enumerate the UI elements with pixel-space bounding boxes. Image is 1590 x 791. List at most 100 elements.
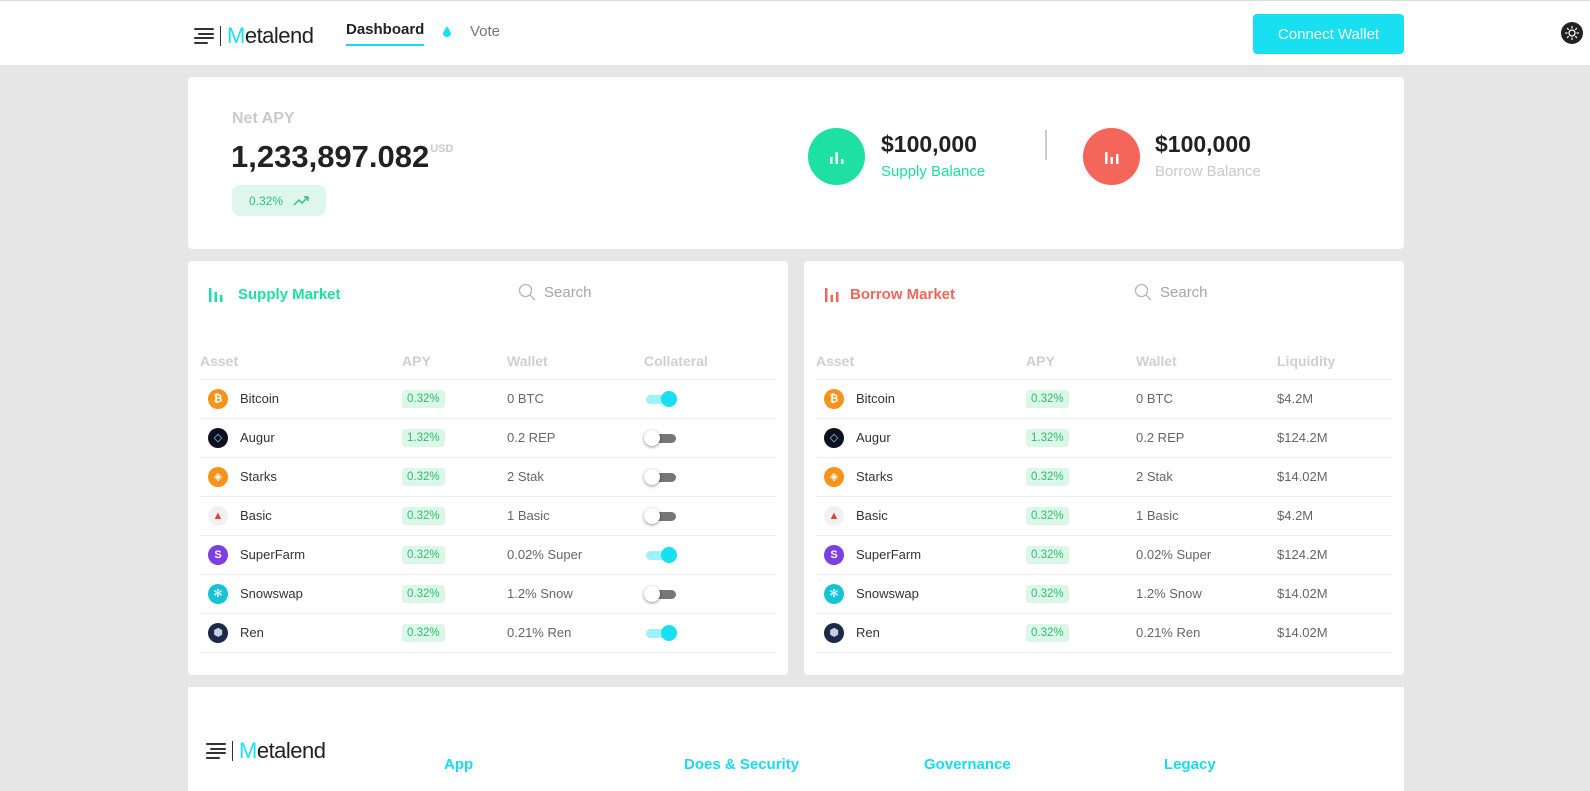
bitcoin-icon: ₿ — [208, 388, 228, 409]
collateral-toggle[interactable] — [644, 429, 676, 446]
asset-cell: ₿ Bitcoin — [200, 388, 402, 409]
logo-mark-icon — [206, 743, 226, 759]
asset-cell: ▲ Basic — [816, 505, 1026, 526]
starks-icon: ◈ — [208, 466, 228, 487]
supply-market-title: Supply Market — [238, 286, 341, 303]
table-row[interactable]: ◈ Starks 0.32% 2 Stak — [200, 457, 776, 497]
net-apy-unit: USD — [430, 143, 454, 155]
table-row[interactable]: ◈ Starks 0.32% 2 Stak $14.02M — [816, 457, 1392, 497]
supply-balance-label: Supply Balance — [881, 163, 986, 180]
apy-badge: 0.32% — [402, 506, 445, 525]
borrow-search — [1134, 283, 1360, 301]
apy-badge: 0.32% — [402, 545, 445, 564]
borrow-balance-label: Borrow Balance — [1155, 163, 1261, 180]
logo-text: etalend — [256, 738, 326, 763]
apy-badge: 1.32% — [402, 428, 445, 447]
asset-cell: ₿ Bitcoin — [816, 388, 1026, 409]
asset-cell: ✻ Snowswap — [200, 583, 402, 604]
wallet-value: 0.02% Super — [1136, 535, 1277, 575]
footer-link-governance[interactable]: Governance — [924, 756, 1011, 773]
table-row[interactable]: ₿ Bitcoin 0.32% 0 BTC $4.2M — [816, 379, 1392, 419]
table-row[interactable]: ▲ Basic 0.32% 1 Basic — [200, 496, 776, 536]
footer-link-legacy[interactable]: Legacy — [1164, 756, 1216, 773]
nav-dashboard[interactable]: Dashboard — [346, 21, 425, 46]
column-header-asset: Asset — [200, 343, 402, 380]
net-apy-value: 1,233,897.082 USD — [231, 139, 453, 175]
collateral-toggle[interactable] — [644, 546, 677, 563]
asset-cell: ✻ Snowswap — [816, 583, 1026, 604]
borrow-search-input[interactable] — [1160, 283, 1360, 301]
collateral-toggle[interactable] — [644, 624, 677, 641]
droplet-icon — [443, 26, 451, 37]
table-row[interactable]: ⬢ Ren 0.32% 0.21% Ren — [200, 613, 776, 653]
wallet-value: 1.2% Snow — [507, 574, 644, 614]
snowswap-icon: ✻ — [208, 583, 228, 604]
table-row[interactable]: ⬢ Ren 0.32% 0.21% Ren $14.02M — [816, 613, 1392, 653]
asset-name: Basic — [856, 508, 888, 523]
footer-link-app[interactable]: App — [444, 756, 473, 773]
asset-cell: ◈ Starks — [200, 466, 402, 487]
liquidity-value: $4.2M — [1277, 496, 1392, 536]
borrow-market-table: Asset APY Wallet Liquidity ₿ Bitcoin 0.32% 0 B… — [816, 343, 1392, 653]
connect-wallet-button[interactable]: Connect Wallet — [1253, 14, 1404, 54]
asset-name: Snowswap — [240, 586, 303, 601]
table-row[interactable]: S SuperFarm 0.32% 0.02% Super $124.2M — [816, 535, 1392, 575]
trending-up-icon — [293, 195, 309, 205]
footer-logo[interactable]: Metalend — [206, 738, 326, 764]
asset-name: SuperFarm — [240, 547, 306, 562]
column-header-apy: APY — [402, 343, 507, 380]
apy-badge: 0.32% — [402, 584, 445, 603]
table-row[interactable]: ▲ Basic 0.32% 1 Basic $4.2M — [816, 496, 1392, 536]
superfarm-icon: S — [824, 544, 844, 565]
asset-cell: ◇ Augur — [816, 427, 1026, 448]
borrow-balance-icon — [1083, 128, 1140, 185]
supply-market-table: Asset APY Wallet Collateral ₿ Bitcoin 0.32% 0 … — [200, 343, 776, 653]
borrow-market-icon — [825, 288, 839, 302]
liquidity-value: $124.2M — [1277, 418, 1392, 458]
asset-name: Bitcoin — [240, 391, 280, 406]
table-row[interactable]: S SuperFarm 0.32% 0.02% Super — [200, 535, 776, 575]
balance-divider — [1045, 130, 1047, 160]
asset-cell: S SuperFarm — [200, 544, 402, 565]
net-apy-label: Net APY — [232, 110, 295, 127]
logo-mark-icon — [194, 28, 214, 44]
supply-market-icon — [209, 288, 223, 302]
column-header-asset: Asset — [816, 343, 1026, 380]
superfarm-icon: S — [208, 544, 228, 565]
table-row[interactable]: ◇ Augur 1.32% 0.2 REP — [200, 418, 776, 458]
bitcoin-icon: ₿ — [824, 388, 844, 409]
supply-search — [518, 283, 744, 301]
wallet-value: 1 Basic — [507, 496, 644, 536]
supply-balance-amount: $100,000 — [881, 131, 977, 157]
table-row[interactable]: ✻ Snowswap 0.32% 1.2% Snow — [200, 574, 776, 614]
wallet-value: 0.2 REP — [1136, 418, 1277, 458]
sun-icon[interactable] — [1561, 22, 1583, 44]
table-row[interactable]: ₿ Bitcoin 0.32% 0 BTC — [200, 379, 776, 419]
column-header-collateral: Collateral — [644, 343, 776, 380]
footer: Metalend App Does & Security Governance … — [188, 687, 1404, 791]
apy-badge: 0.32% — [1026, 623, 1069, 642]
search-icon — [1134, 283, 1152, 301]
supply-search-input[interactable] — [544, 283, 744, 301]
nav-vote[interactable]: Vote — [470, 23, 500, 40]
ren-icon: ⬢ — [208, 622, 228, 643]
asset-name: Ren — [856, 625, 880, 640]
collateral-toggle[interactable] — [644, 585, 676, 602]
borrow-balance-amount: $100,000 — [1155, 131, 1251, 157]
wallet-value: 1.2% Snow — [1136, 574, 1277, 614]
basic-attention-icon: ▲ — [208, 505, 228, 526]
table-row[interactable]: ◇ Augur 1.32% 0.2 REP $124.2M — [816, 418, 1392, 458]
search-icon — [518, 283, 536, 301]
collateral-toggle[interactable] — [644, 507, 676, 524]
wallet-value: 0.2 REP — [507, 418, 644, 458]
column-header-liquidity: Liquidity — [1277, 343, 1392, 380]
footer-link-docs-security[interactable]: Does & Security — [684, 756, 799, 773]
wallet-value: 0.02% Super — [507, 535, 644, 575]
collateral-toggle[interactable] — [644, 468, 676, 485]
logo[interactable]: Metalend — [194, 23, 314, 49]
liquidity-value: $14.02M — [1277, 574, 1392, 614]
asset-cell: ⬢ Ren — [200, 622, 402, 643]
collateral-toggle[interactable] — [644, 390, 677, 407]
table-row[interactable]: ✻ Snowswap 0.32% 1.2% Snow $14.02M — [816, 574, 1392, 614]
apy-badge: 1.32% — [1026, 428, 1069, 447]
